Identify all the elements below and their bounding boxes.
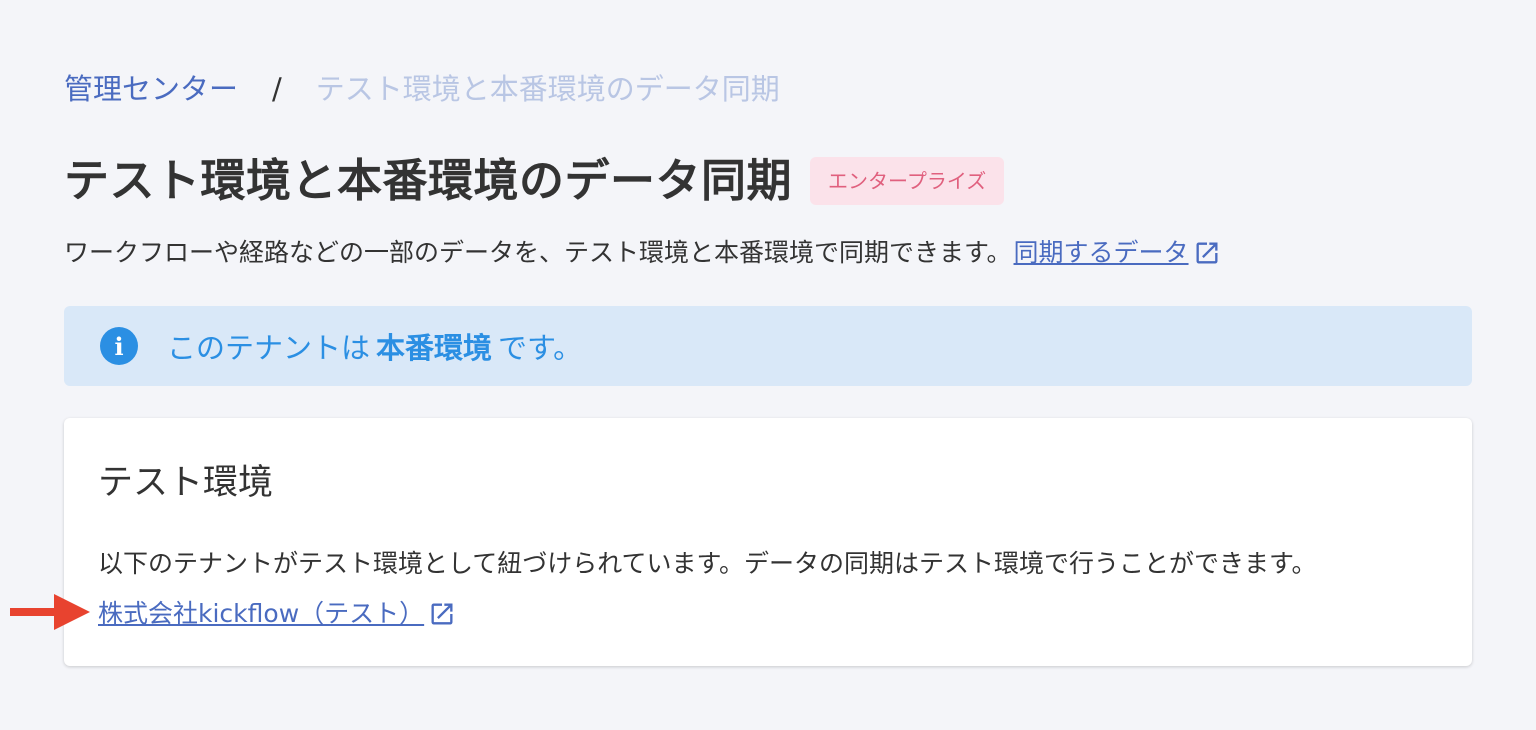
breadcrumb-current: テスト環境と本番環境のデータ同期 <box>315 72 780 106</box>
breadcrumb-admin-center-link[interactable]: 管理センター <box>64 70 238 108</box>
enterprise-badge: エンタープライズ <box>810 157 1005 205</box>
page-description: ワークフローや経路などの一部のデータを、テスト環境と本番環境で同期できます。 同… <box>64 234 1221 272</box>
annotation-arrow-icon <box>10 594 90 630</box>
info-prefix: このテナントは <box>167 331 371 365</box>
sync-data-help-link[interactable]: 同期するデータ <box>1014 234 1221 272</box>
description-text: ワークフローや経路などの一部のデータを、テスト環境と本番環境で同期できます。 <box>64 238 1012 267</box>
environment-info-text: このテナントは 本番環境 です。 <box>167 325 582 367</box>
test-environment-card: テスト環境 以下のテナントがテスト環境として紐づけられています。データの同期はテ… <box>64 418 1472 666</box>
info-icon: i <box>100 327 138 365</box>
breadcrumb-separator: / <box>272 72 282 106</box>
page-title: テスト環境と本番環境のデータ同期 <box>64 154 793 207</box>
title-row: テスト環境と本番環境のデータ同期 エンタープライズ <box>64 152 1005 210</box>
card-description: 以下のテナントがテスト環境として紐づけられています。データの同期はテスト環境で行… <box>98 549 1317 578</box>
test-tenant-link[interactable]: 株式会社kickflow（テスト） <box>98 596 456 632</box>
card-title: テスト環境 <box>98 463 274 503</box>
external-link-icon <box>431 603 453 625</box>
info-emphasis: 本番環境 <box>376 331 493 365</box>
environment-info-banner: i このテナントは 本番環境 です。 <box>64 306 1472 386</box>
test-tenant-link-label: 株式会社kickflow（テスト） <box>98 599 425 628</box>
info-suffix: です。 <box>498 331 583 365</box>
external-link-icon <box>1196 242 1218 264</box>
sync-data-link-label: 同期するデータ <box>1013 238 1189 267</box>
breadcrumb: 管理センター / テスト環境と本番環境のデータ同期 <box>64 70 780 108</box>
